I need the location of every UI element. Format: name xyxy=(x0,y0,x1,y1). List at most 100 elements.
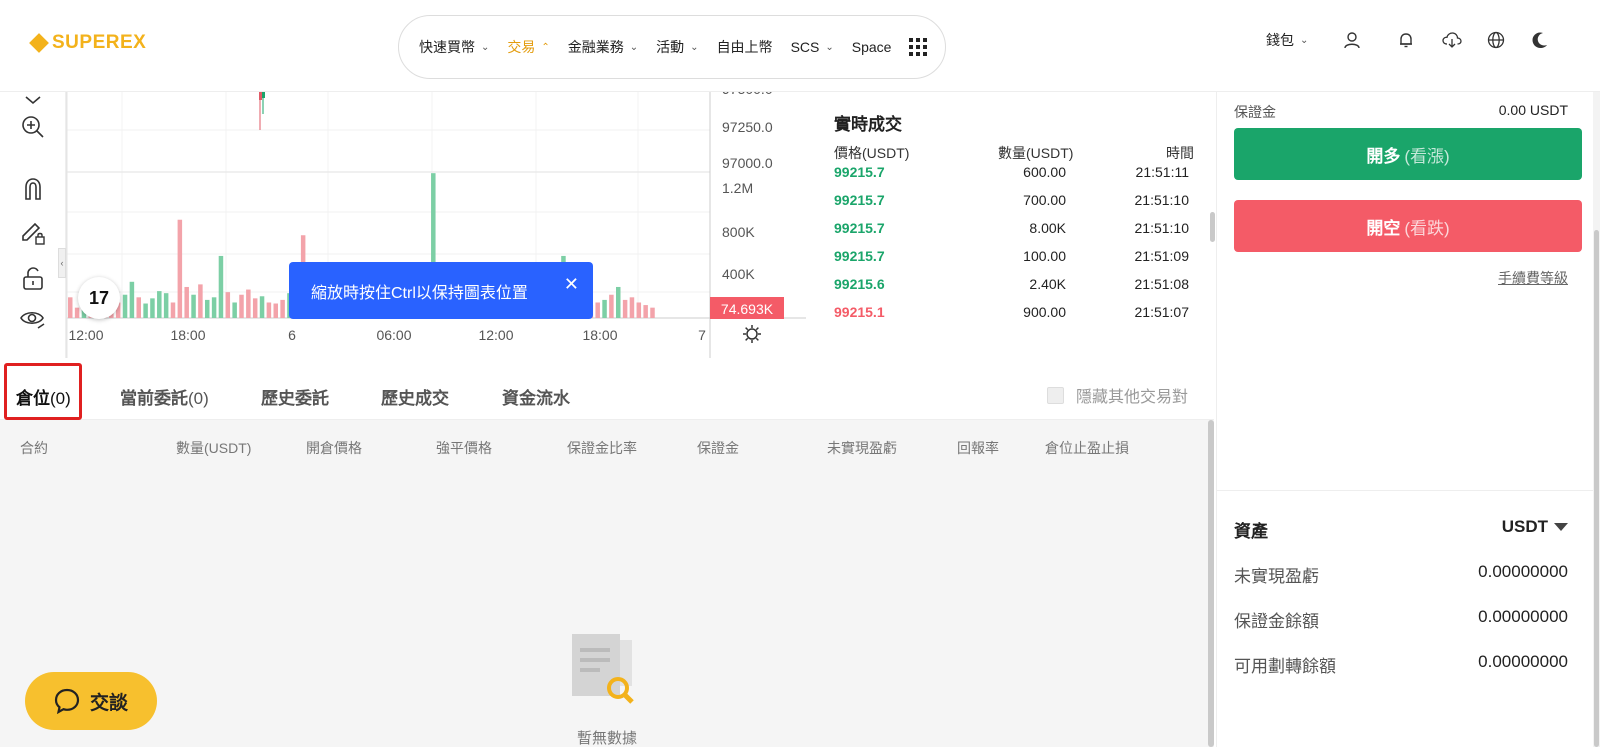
wallet-menu[interactable]: 錢包 ⌄ xyxy=(1266,30,1308,50)
trade-row: 99215.7 8.00K 21:51:10 xyxy=(814,220,1214,248)
bell-icon[interactable] xyxy=(1396,30,1416,50)
volume-bar xyxy=(74,307,80,318)
chevron-down-icon: ⌄ xyxy=(481,41,490,53)
apps-grid-icon[interactable] xyxy=(909,38,928,56)
unlock-icon[interactable] xyxy=(20,266,46,292)
time-tick-label: 6 xyxy=(288,327,296,343)
margin-label: 保證金 xyxy=(1234,104,1276,120)
chevron-down-icon: ⌄ xyxy=(629,41,639,53)
trade-price: 99215.7 xyxy=(834,192,885,208)
trade-qty: 700.00 xyxy=(1023,192,1066,208)
volume-bar xyxy=(177,219,183,318)
trades-scrollbar[interactable] xyxy=(1210,212,1215,242)
col-time-header: 時間 xyxy=(1166,145,1194,161)
volume-bar xyxy=(636,302,642,318)
order-panel: 保證金 0.00 USDT 開多 (看漲) 開空 (看跌) 手續費等級 資產 U… xyxy=(1216,92,1600,747)
volume-bar xyxy=(650,307,655,318)
price-tick-label: 97500.0 xyxy=(722,92,773,97)
volume-tick-label: 400K xyxy=(722,266,755,282)
volume-bar xyxy=(205,299,210,318)
zoom-hint-toast: 縮放時按住Ctrl以保持圖表位置 ✕ xyxy=(289,262,593,319)
volume-bar xyxy=(143,303,148,318)
zoom-in-icon[interactable] xyxy=(20,114,46,140)
nav-item-3[interactable]: 活動 ⌄ xyxy=(656,37,698,57)
tab-3[interactable]: 歷史成交 xyxy=(381,384,449,409)
hide-others-label: 隱藏其他交易對 xyxy=(1076,389,1189,406)
download-icon[interactable] xyxy=(1442,30,1463,50)
hide-others-toggle[interactable]: 隱藏其他交易對 xyxy=(1047,383,1188,407)
chevron-up-tool-icon[interactable] xyxy=(20,84,46,110)
time-tick-label: 7 xyxy=(698,327,706,343)
brand-logo[interactable]: SUPEREX xyxy=(29,32,147,54)
column-header: 保證金 xyxy=(697,440,739,456)
volume-badge: 74.693K xyxy=(721,301,774,317)
globe-icon[interactable] xyxy=(1486,30,1506,50)
price-tick-label: 97000.0 xyxy=(722,155,773,171)
volume-bar xyxy=(211,297,217,318)
open-short-sub: (看跌) xyxy=(1404,218,1450,238)
nav-item-0[interactable]: 快速買幣 ⌄ xyxy=(419,37,489,57)
trade-qty: 8.00K xyxy=(1029,220,1066,236)
recent-trades-panel: 實時成交 價格(USDT) 數量(USDT) 時間 99215.7 600.00 2… xyxy=(814,92,1215,358)
panel-divider xyxy=(1217,490,1600,491)
page-scrollbar[interactable] xyxy=(1594,230,1599,747)
asset-value: 0.00000000 xyxy=(1478,562,1568,581)
volume-bar xyxy=(232,302,237,318)
fee-level-link[interactable]: 手續費等級 xyxy=(1498,268,1568,288)
tab-2[interactable]: 歷史委託 xyxy=(261,384,329,409)
user-icon[interactable] xyxy=(1342,30,1362,50)
open-short-button[interactable]: 開空 (看跌) xyxy=(1234,200,1582,252)
positions-empty-state: 暫無數據 xyxy=(0,472,1214,747)
volume-bar xyxy=(643,305,648,318)
nav-item-6[interactable]: Space xyxy=(852,39,892,55)
trade-price: 99215.7 xyxy=(834,248,885,264)
positions-scrollbar[interactable] xyxy=(1208,420,1214,747)
nav-item-label: 交易 xyxy=(507,39,536,55)
nav-item-label: 快速買幣 xyxy=(419,39,475,55)
volume-bar xyxy=(157,291,162,318)
nav-item-4[interactable]: 自由上幣 xyxy=(717,37,773,57)
chat-label: 交談 xyxy=(89,692,128,714)
currency-select[interactable]: USDT xyxy=(1502,517,1568,537)
volume-bar xyxy=(191,294,196,318)
nav-item-label: 金融業務 xyxy=(567,39,624,55)
trade-row: 99215.7 600.00 21:51:11 xyxy=(814,164,1214,192)
moon-icon[interactable] xyxy=(1530,30,1550,50)
checkbox[interactable] xyxy=(1047,386,1064,404)
volume-bar xyxy=(239,294,244,318)
column-header: 數量(USDT) xyxy=(176,440,252,456)
nav-item-2[interactable]: 金融業務 ⌄ xyxy=(568,37,638,57)
close-icon[interactable]: ✕ xyxy=(564,274,579,295)
magnet-icon[interactable] xyxy=(20,176,46,202)
asset-label: 可用劃轉餘額 xyxy=(1234,657,1336,676)
tab-4[interactable]: 資金流水 xyxy=(502,384,570,409)
tab-label: 當前委託 xyxy=(120,389,188,408)
column-header: 開倉價格 xyxy=(306,440,362,456)
brand-name: SUPEREX xyxy=(52,32,147,53)
open-long-button[interactable]: 開多 (看漲) xyxy=(1234,128,1582,180)
chevron-up-icon: ⌃ xyxy=(541,41,550,53)
volume-bar xyxy=(163,293,169,318)
volume-bar xyxy=(595,302,600,318)
volume-bar xyxy=(609,294,614,318)
column-header: 未實現盈虧 xyxy=(827,440,897,456)
trade-qty: 2.40K xyxy=(1029,276,1066,292)
eye-icon[interactable] xyxy=(20,306,46,332)
tradingview-logo-icon[interactable]: 17 xyxy=(78,277,120,319)
wallet-label: 錢包 xyxy=(1266,32,1294,48)
chart-settings-icon[interactable] xyxy=(743,325,761,343)
chevron-down-icon: ⌄ xyxy=(1300,34,1309,46)
trade-time: 21:51:10 xyxy=(1134,192,1190,208)
collapse-toolbar-handle[interactable]: ‹ xyxy=(58,248,66,278)
nav-item-5[interactable]: SCS ⌄ xyxy=(791,39,834,55)
volume-bar xyxy=(266,302,272,318)
nav-item-1[interactable]: 交易 ⌃ xyxy=(507,37,549,57)
chat-button[interactable]: 交談 xyxy=(25,672,157,730)
tab-count: (0) xyxy=(188,389,209,408)
volume-bar xyxy=(225,292,231,318)
column-header: 保證金比率 xyxy=(567,440,637,456)
main-nav: 快速買幣 ⌄ 交易 ⌃ 金融業務 ⌄ 活動 ⌄ 自由上幣 SCS ⌄ Space xyxy=(398,15,946,79)
lock-pencil-icon[interactable] xyxy=(20,220,46,246)
volume-bar xyxy=(602,299,607,318)
tab-1[interactable]: 當前委託(0) xyxy=(120,384,209,409)
